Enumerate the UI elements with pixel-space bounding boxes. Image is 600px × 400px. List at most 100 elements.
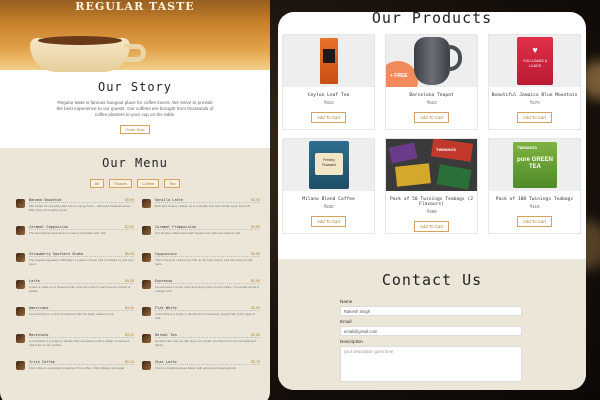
menu-item-name: Flat White: [155, 306, 177, 310]
menu-item-price: $3.90: [251, 306, 260, 310]
menu-item-name: Strawberry Southern Shake: [29, 252, 84, 256]
menu-item-name: Macchiato: [29, 333, 49, 337]
product-price: ₹510: [426, 100, 437, 105]
menu-item-desc: The best tasting caramel from creamy cho…: [29, 231, 107, 235]
menu-item-desc: Milk shake for everyday after lots of en…: [29, 204, 131, 212]
menu-item-image: [16, 253, 25, 262]
add-to-cart-button[interactable]: Add To Cart: [413, 112, 450, 123]
menu-item-name: Banana Smoothie: [29, 198, 62, 202]
menu-item-price: $3.20: [125, 333, 134, 337]
menu-item: Banana Smoothie $5.99 Milk shake for every…: [16, 198, 134, 218]
menu-item-desc: Irish coffee is a cocktail consisting of…: [29, 366, 126, 370]
story-title: Our Story: [97, 80, 173, 94]
coffee-surface: [38, 36, 122, 45]
product-card: Ceylon Leaf Tea ₹310 Add To Cart: [282, 34, 375, 130]
add-to-cart-button[interactable]: Add To Cart: [516, 112, 553, 123]
menu-item: Caramel Cappuccino $3.50 The best tasting …: [16, 225, 134, 245]
add-to-cart-button[interactable]: Add To Cart: [310, 112, 347, 123]
product-name: Pack of 100 Twinings Teabags: [495, 197, 574, 202]
name-field[interactable]: Rakesh Singh: [340, 306, 522, 316]
menu-item-price: $2.80: [251, 279, 260, 283]
menu-item: Flat White $3.90 A flat white is a single …: [142, 306, 260, 326]
menu-item-desc: Herbal is the new tea that does not cont…: [155, 339, 256, 347]
product-name: Beautiful Jamaica Blue Mountain: [491, 93, 578, 98]
menu-item: Espresso $2.80 An espresso is a rich, thic…: [142, 279, 260, 299]
product-name: Milano Blend Coffee: [302, 197, 355, 202]
email-field[interactable]: email@gmail.com: [340, 326, 522, 336]
contact-form: Name Rakesh Singh Email email@gmail.com …: [278, 289, 586, 382]
product-card: TWININGS pure GREEN TEA Pack of 100 Twin…: [488, 138, 581, 234]
brand-label: TWININGS: [517, 145, 537, 150]
menu-item-image: [16, 361, 25, 370]
product-image-twinings-boxes: TWININGS: [386, 139, 477, 191]
product-name: Pack of 50 Twinings Teabags (2 Flavours): [390, 197, 473, 207]
add-to-cart-button[interactable]: Add To Cart: [516, 216, 553, 227]
menu-item-price: $4.80: [251, 225, 260, 229]
product-image-coffee-bag-blue: Freshly Roasted: [283, 139, 374, 191]
product-price: ₹419: [529, 204, 540, 209]
menu-item-price: $4.50: [251, 198, 260, 202]
product-image-teapot: + FREE: [386, 35, 477, 87]
product-price: ₹310: [323, 100, 334, 105]
cup-handle: [124, 44, 146, 62]
menu-item-image: [16, 280, 25, 289]
email-label: Email: [340, 319, 352, 324]
menu-item-image: [142, 334, 151, 343]
tab-coffee[interactable]: Coffee: [137, 179, 160, 188]
tab-tea[interactable]: Tea: [164, 179, 181, 188]
menu-item-name: Chai Latte: [155, 360, 177, 364]
menu-item: Americano $3.40 An americano is a shot of …: [16, 306, 134, 326]
products-title: Our Products: [371, 12, 493, 27]
menu-item-image: [16, 307, 25, 316]
menu-item: Caramel Frappuccino $4.80 Our favorite cof…: [142, 225, 260, 245]
menu-item-desc: A flat white is a single or double shot …: [155, 312, 255, 320]
free-badge: + FREE: [390, 73, 408, 79]
menu-item-image: [16, 226, 25, 235]
menu-item: Herbal Tea $2.60 Herbal is the new tea tha…: [142, 333, 260, 353]
products-section: Our Products Ceylon Leaf Tea ₹310 Add To…: [278, 12, 586, 234]
bag-label: YOU LOADS & LOADS: [522, 59, 548, 68]
description-textarea[interactable]: your description goes here: [340, 346, 522, 382]
menu-item: Latte $4.35 A latte is made up of steamed …: [16, 279, 134, 299]
product-name: Ceylon Leaf Tea: [307, 93, 350, 98]
product-price: ₹270: [529, 100, 540, 105]
product-card: TWININGS Pack of 50 Twinings Teabags (2 …: [385, 138, 478, 234]
menu-item-image: [142, 253, 151, 262]
contact-section: Contact Us Name Rakesh Singh Email email…: [278, 259, 586, 390]
menu-item-name: Vanilla Latte: [155, 198, 184, 202]
tab-all[interactable]: All: [89, 179, 104, 188]
menu-item-desc: The original vegetable milkshake in a gl…: [29, 258, 134, 266]
menu-item-image: [142, 280, 151, 289]
menu-item-desc: This is the best mixture but milk on the…: [155, 258, 253, 266]
menu-item-name: Americano: [29, 306, 49, 310]
hero-banner: REGULAR TASTE: [0, 0, 270, 72]
menu-title: Our Menu: [102, 156, 168, 170]
menu-item-price: $2.60: [251, 333, 260, 337]
menu-item-price: $4.35: [125, 279, 134, 283]
menu-tabs: All Shakes Coffee Tea: [0, 179, 270, 188]
menu-item: Vanilla Latte $4.50 Rich and creamy shaken…: [142, 198, 260, 218]
menu-item-name: Latte: [29, 279, 40, 283]
menu-item-price: $3.99: [251, 252, 260, 256]
product-image-coffee-bag: ♥ YOU LOADS & LOADS: [489, 35, 580, 87]
menu-item-image: [142, 361, 151, 370]
order-now-button[interactable]: Order Now: [120, 125, 150, 134]
menu-item-desc: Rich and creamy shaken up in a double sh…: [155, 204, 251, 208]
menu-item-price: $5.99: [125, 198, 134, 202]
menu-item-image: [142, 226, 151, 235]
brand-label: TWININGS: [436, 147, 456, 152]
menu-item: Chai Latte $3.75 Chai is a traditional tea…: [142, 360, 260, 380]
menu-item-name: Caramel Frappuccino: [155, 225, 197, 229]
add-to-cart-button[interactable]: Add To Cart: [310, 216, 347, 227]
menu-item-price: $5.50: [125, 252, 134, 256]
add-to-cart-button[interactable]: Add To Cart: [413, 221, 450, 232]
story-body: Regular taste is famous hangout place fo…: [56, 100, 214, 117]
contact-title: Contact Us: [381, 271, 483, 289]
tab-shakes[interactable]: Shakes: [108, 179, 133, 188]
menu-item-price: $3.40: [125, 306, 134, 310]
product-image-tea-box: [283, 35, 374, 87]
product-card: Freshly Roasted Milano Blend Coffee ₹230…: [282, 138, 375, 234]
menu-item-price: $6.10: [125, 360, 134, 364]
menu-item-desc: Chai is a traditional tea shaken with sp…: [155, 366, 237, 370]
menu-item-name: Espresso: [155, 279, 173, 283]
